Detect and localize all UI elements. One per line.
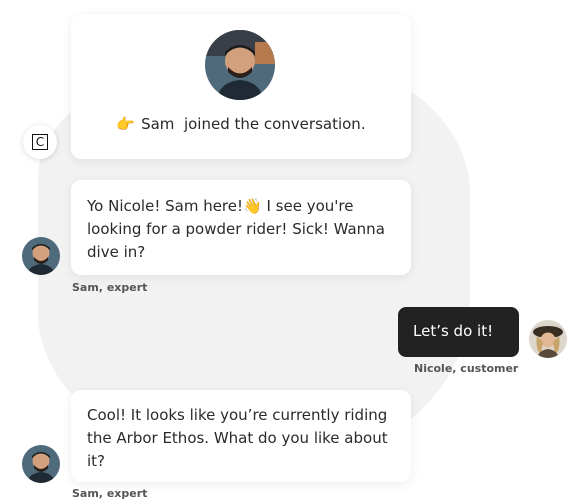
sender-label: Sam, expert [72, 281, 148, 294]
brand-badge: C [23, 125, 57, 159]
join-text: 👉 Sam joined the conversation. [71, 115, 411, 133]
sam-avatar [22, 445, 60, 483]
sender-label: Sam, expert [72, 487, 148, 500]
join-name: Sam [141, 115, 175, 133]
message-text: Yo Nicole! Sam here!👋 I see you're looki… [87, 197, 385, 261]
message-text: Let’s do it! [413, 322, 494, 340]
expert-message-card: Cool! It looks like you’re currently rid… [71, 390, 411, 482]
brand-logo-icon: C [32, 134, 48, 150]
join-notice-card: 👉 Sam joined the conversation. [71, 14, 411, 159]
customer-message-bubble: Let’s do it! [398, 307, 519, 357]
sender-label: Nicole, customer [414, 362, 519, 375]
join-message: joined the conversation. [183, 115, 366, 133]
nicole-avatar [529, 320, 567, 358]
sam-avatar [22, 237, 60, 275]
pointing-hand-icon: 👉 [116, 115, 136, 133]
sam-avatar-large [205, 30, 275, 100]
expert-message-card: Yo Nicole! Sam here!👋 I see you're looki… [71, 180, 411, 275]
message-text: Cool! It looks like you’re currently rid… [87, 406, 388, 470]
